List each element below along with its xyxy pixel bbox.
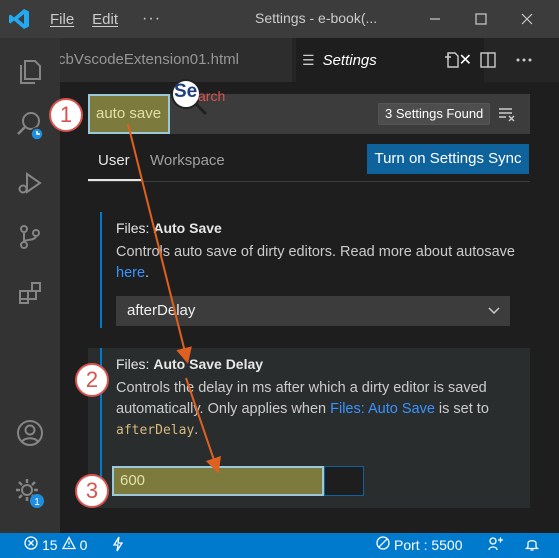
step-1-badge: 1 [49,98,83,132]
step-2-badge: 2 [75,363,109,397]
magnifier-text: arch [198,88,226,104]
magnifier-text-bold: Se [174,81,198,102]
arrow-search-to-setting [127,123,192,364]
step-3-badge: 3 [75,474,109,508]
search-magnifier-annotation: Se arch [168,78,242,118]
annotation-arrows [127,123,221,474]
arrow-setting-to-input [185,377,221,474]
